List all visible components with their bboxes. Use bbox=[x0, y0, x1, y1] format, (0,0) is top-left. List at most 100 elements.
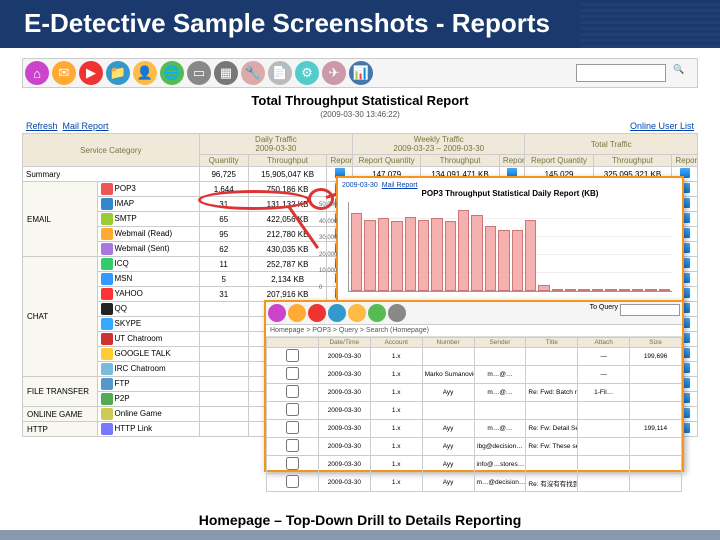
to-query-link[interactable]: To Query bbox=[590, 304, 618, 322]
svc-IMAP[interactable]: IMAP bbox=[97, 197, 199, 212]
row-checkbox[interactable] bbox=[286, 421, 299, 434]
chart-bar bbox=[592, 289, 603, 291]
detail-row[interactable]: 2009-03-301.xAyym…@decision…Re: 有沒有有找到資料 bbox=[267, 474, 682, 492]
slide-title: E-Detective Sample Screenshots - Reports bbox=[0, 0, 720, 39]
chart-icon[interactable]: 📊 bbox=[349, 61, 373, 85]
doc-icon[interactable]: 📄 bbox=[268, 61, 292, 85]
globe-icon[interactable]: 🌐 bbox=[160, 61, 184, 85]
search-icon[interactable]: 🔍 bbox=[673, 64, 691, 82]
chart-bar bbox=[538, 285, 549, 291]
summary-row: Summary bbox=[23, 167, 200, 182]
th-total: Total Traffic bbox=[525, 134, 698, 155]
refresh-link[interactable]: Refresh bbox=[26, 121, 58, 131]
detail-toolbar: To Query bbox=[266, 302, 682, 325]
detail-search-input[interactable] bbox=[620, 304, 680, 316]
mini-globe-icon[interactable] bbox=[368, 304, 386, 322]
mail-icon[interactable]: ✉ bbox=[52, 61, 76, 85]
svc-P2P[interactable]: P2P bbox=[97, 392, 199, 407]
cat-chat: CHAT bbox=[23, 257, 98, 377]
folder-icon[interactable]: 📁 bbox=[106, 61, 130, 85]
th-weekly: Weekly Traffic2009-03-23 – 2009-03-30 bbox=[353, 134, 525, 155]
gear-icon[interactable]: ⚙ bbox=[295, 61, 319, 85]
detail-row[interactable]: 2009-03-301.x bbox=[267, 402, 682, 420]
row-checkbox[interactable] bbox=[286, 403, 299, 416]
chart-popup: 2009-03-30 Mail Report POP3 Throughput S… bbox=[336, 176, 684, 306]
chart-canvas: 010,00020,00030,00040,00050,000 bbox=[348, 202, 672, 292]
play-icon[interactable]: ▶ bbox=[79, 61, 103, 85]
svc-FTP[interactable]: FTP bbox=[97, 377, 199, 392]
chart-bar bbox=[351, 213, 362, 291]
svc-QQ[interactable]: QQ bbox=[97, 302, 199, 317]
detail-row[interactable]: 2009-03-301.xMarko Sumanovicm…@…— bbox=[267, 366, 682, 384]
card-icon[interactable]: ▭ bbox=[187, 61, 211, 85]
detail-row[interactable]: 2009-03-301.x—199,696 bbox=[267, 348, 682, 366]
link-bar: Refresh Mail Report Online User List bbox=[22, 119, 698, 133]
chart-bar bbox=[578, 289, 589, 291]
svc-GOOGLE TALK[interactable]: GOOGLE TALK bbox=[97, 347, 199, 362]
mail-report-link[interactable]: Mail Report bbox=[63, 121, 109, 131]
svc-HTTP Link[interactable]: HTTP Link bbox=[97, 422, 199, 437]
chart-bar bbox=[364, 220, 375, 291]
svc-ICQ[interactable]: ICQ bbox=[97, 257, 199, 272]
home-icon[interactable]: ⌂ bbox=[25, 61, 49, 85]
mini-user-icon[interactable] bbox=[348, 304, 366, 322]
chart-title: POP3 Throughput Statistical Daily Report… bbox=[342, 189, 678, 198]
svc-Online Game[interactable]: Online Game bbox=[97, 407, 199, 422]
mini-folder-icon[interactable] bbox=[328, 304, 346, 322]
cat-ft: FILE TRANSFER bbox=[23, 377, 98, 407]
app-toolbar: ⌂ ✉ ▶ 📁 👤 🌐 ▭ ▦ 🔧 📄 ⚙ ✈ 📊 🔍 bbox=[22, 58, 698, 88]
svc-Webmail (Sent)[interactable]: Webmail (Sent) bbox=[97, 242, 199, 257]
chart-bar bbox=[391, 221, 402, 291]
detail-row[interactable]: 2009-03-301.xAyym…@…Re: Fwd: Batch refre… bbox=[267, 384, 682, 402]
svc-UT Chatroom[interactable]: UT Chatroom bbox=[97, 332, 199, 347]
mini-home-icon[interactable] bbox=[268, 304, 286, 322]
chart-bar bbox=[485, 226, 496, 291]
chart-bar bbox=[471, 215, 482, 291]
svc-YAHOO[interactable]: YAHOO bbox=[97, 287, 199, 302]
chart-bar bbox=[498, 230, 509, 291]
detail-row[interactable]: 2009-03-301.xAyyinfo@…stores… bbox=[267, 456, 682, 474]
chart-bar bbox=[458, 210, 469, 291]
report-timestamp: (2009-03-30 13:46:22) bbox=[22, 110, 698, 119]
mini-mail-icon[interactable] bbox=[288, 304, 306, 322]
chart-date-link[interactable]: 2009-03-30 Mail Report bbox=[342, 182, 678, 189]
svc-POP3[interactable]: POP3 bbox=[97, 182, 199, 197]
row-checkbox[interactable] bbox=[286, 385, 299, 398]
chart-bar bbox=[565, 289, 576, 291]
th-service: Service Category bbox=[23, 134, 200, 167]
svc-SMTP[interactable]: SMTP bbox=[97, 212, 199, 227]
detail-row[interactable]: 2009-03-301.xAyym…@…Re: Fw: Detail Searc… bbox=[267, 420, 682, 438]
breadcrumb: Homepage > POP3 > Query > Search (Homepa… bbox=[266, 325, 682, 337]
wrench-icon[interactable]: 🔧 bbox=[241, 61, 265, 85]
detail-popup: To Query Homepage > POP3 > Query > Searc… bbox=[264, 300, 684, 472]
row-checkbox[interactable] bbox=[286, 475, 299, 488]
chart-bar bbox=[405, 217, 416, 291]
chart-bar bbox=[659, 289, 670, 291]
chart-bar bbox=[605, 289, 616, 291]
online-users-link[interactable]: Online User List bbox=[630, 121, 694, 131]
svc-Webmail (Read)[interactable]: Webmail (Read) bbox=[97, 227, 199, 242]
svc-SKYPE[interactable]: SKYPE bbox=[97, 317, 199, 332]
detail-row[interactable]: 2009-03-301.xAyylbg@decision…Re: Fw: The… bbox=[267, 438, 682, 456]
row-checkbox[interactable] bbox=[286, 439, 299, 452]
slide-header: E-Detective Sample Screenshots - Reports bbox=[0, 0, 720, 48]
send-icon[interactable]: ✈ bbox=[322, 61, 346, 85]
chart-bar bbox=[632, 289, 643, 291]
search-input[interactable] bbox=[576, 64, 666, 82]
svc-MSN[interactable]: MSN bbox=[97, 272, 199, 287]
report-title: Total Throughput Statistical Report bbox=[22, 88, 698, 110]
mini-play-icon[interactable] bbox=[308, 304, 326, 322]
chart-bar bbox=[525, 220, 536, 291]
row-checkbox[interactable] bbox=[286, 367, 299, 380]
cat-og: ONLINE GAME bbox=[23, 407, 98, 422]
user-icon[interactable]: 👤 bbox=[133, 61, 157, 85]
mini-card-icon[interactable] bbox=[388, 304, 406, 322]
chip-icon[interactable]: ▦ bbox=[214, 61, 238, 85]
row-checkbox[interactable] bbox=[286, 457, 299, 470]
slide-caption: Homepage – Top-Down Drill to Details Rep… bbox=[0, 512, 720, 528]
row-checkbox[interactable] bbox=[286, 349, 299, 362]
cat-email: EMAIL bbox=[23, 182, 98, 257]
svc-IRC Chatroom[interactable]: IRC Chatroom bbox=[97, 362, 199, 377]
cat-http: HTTP bbox=[23, 422, 98, 437]
detail-table: Date/TimeAccountNumberSenderTitleAttachS… bbox=[266, 337, 682, 492]
